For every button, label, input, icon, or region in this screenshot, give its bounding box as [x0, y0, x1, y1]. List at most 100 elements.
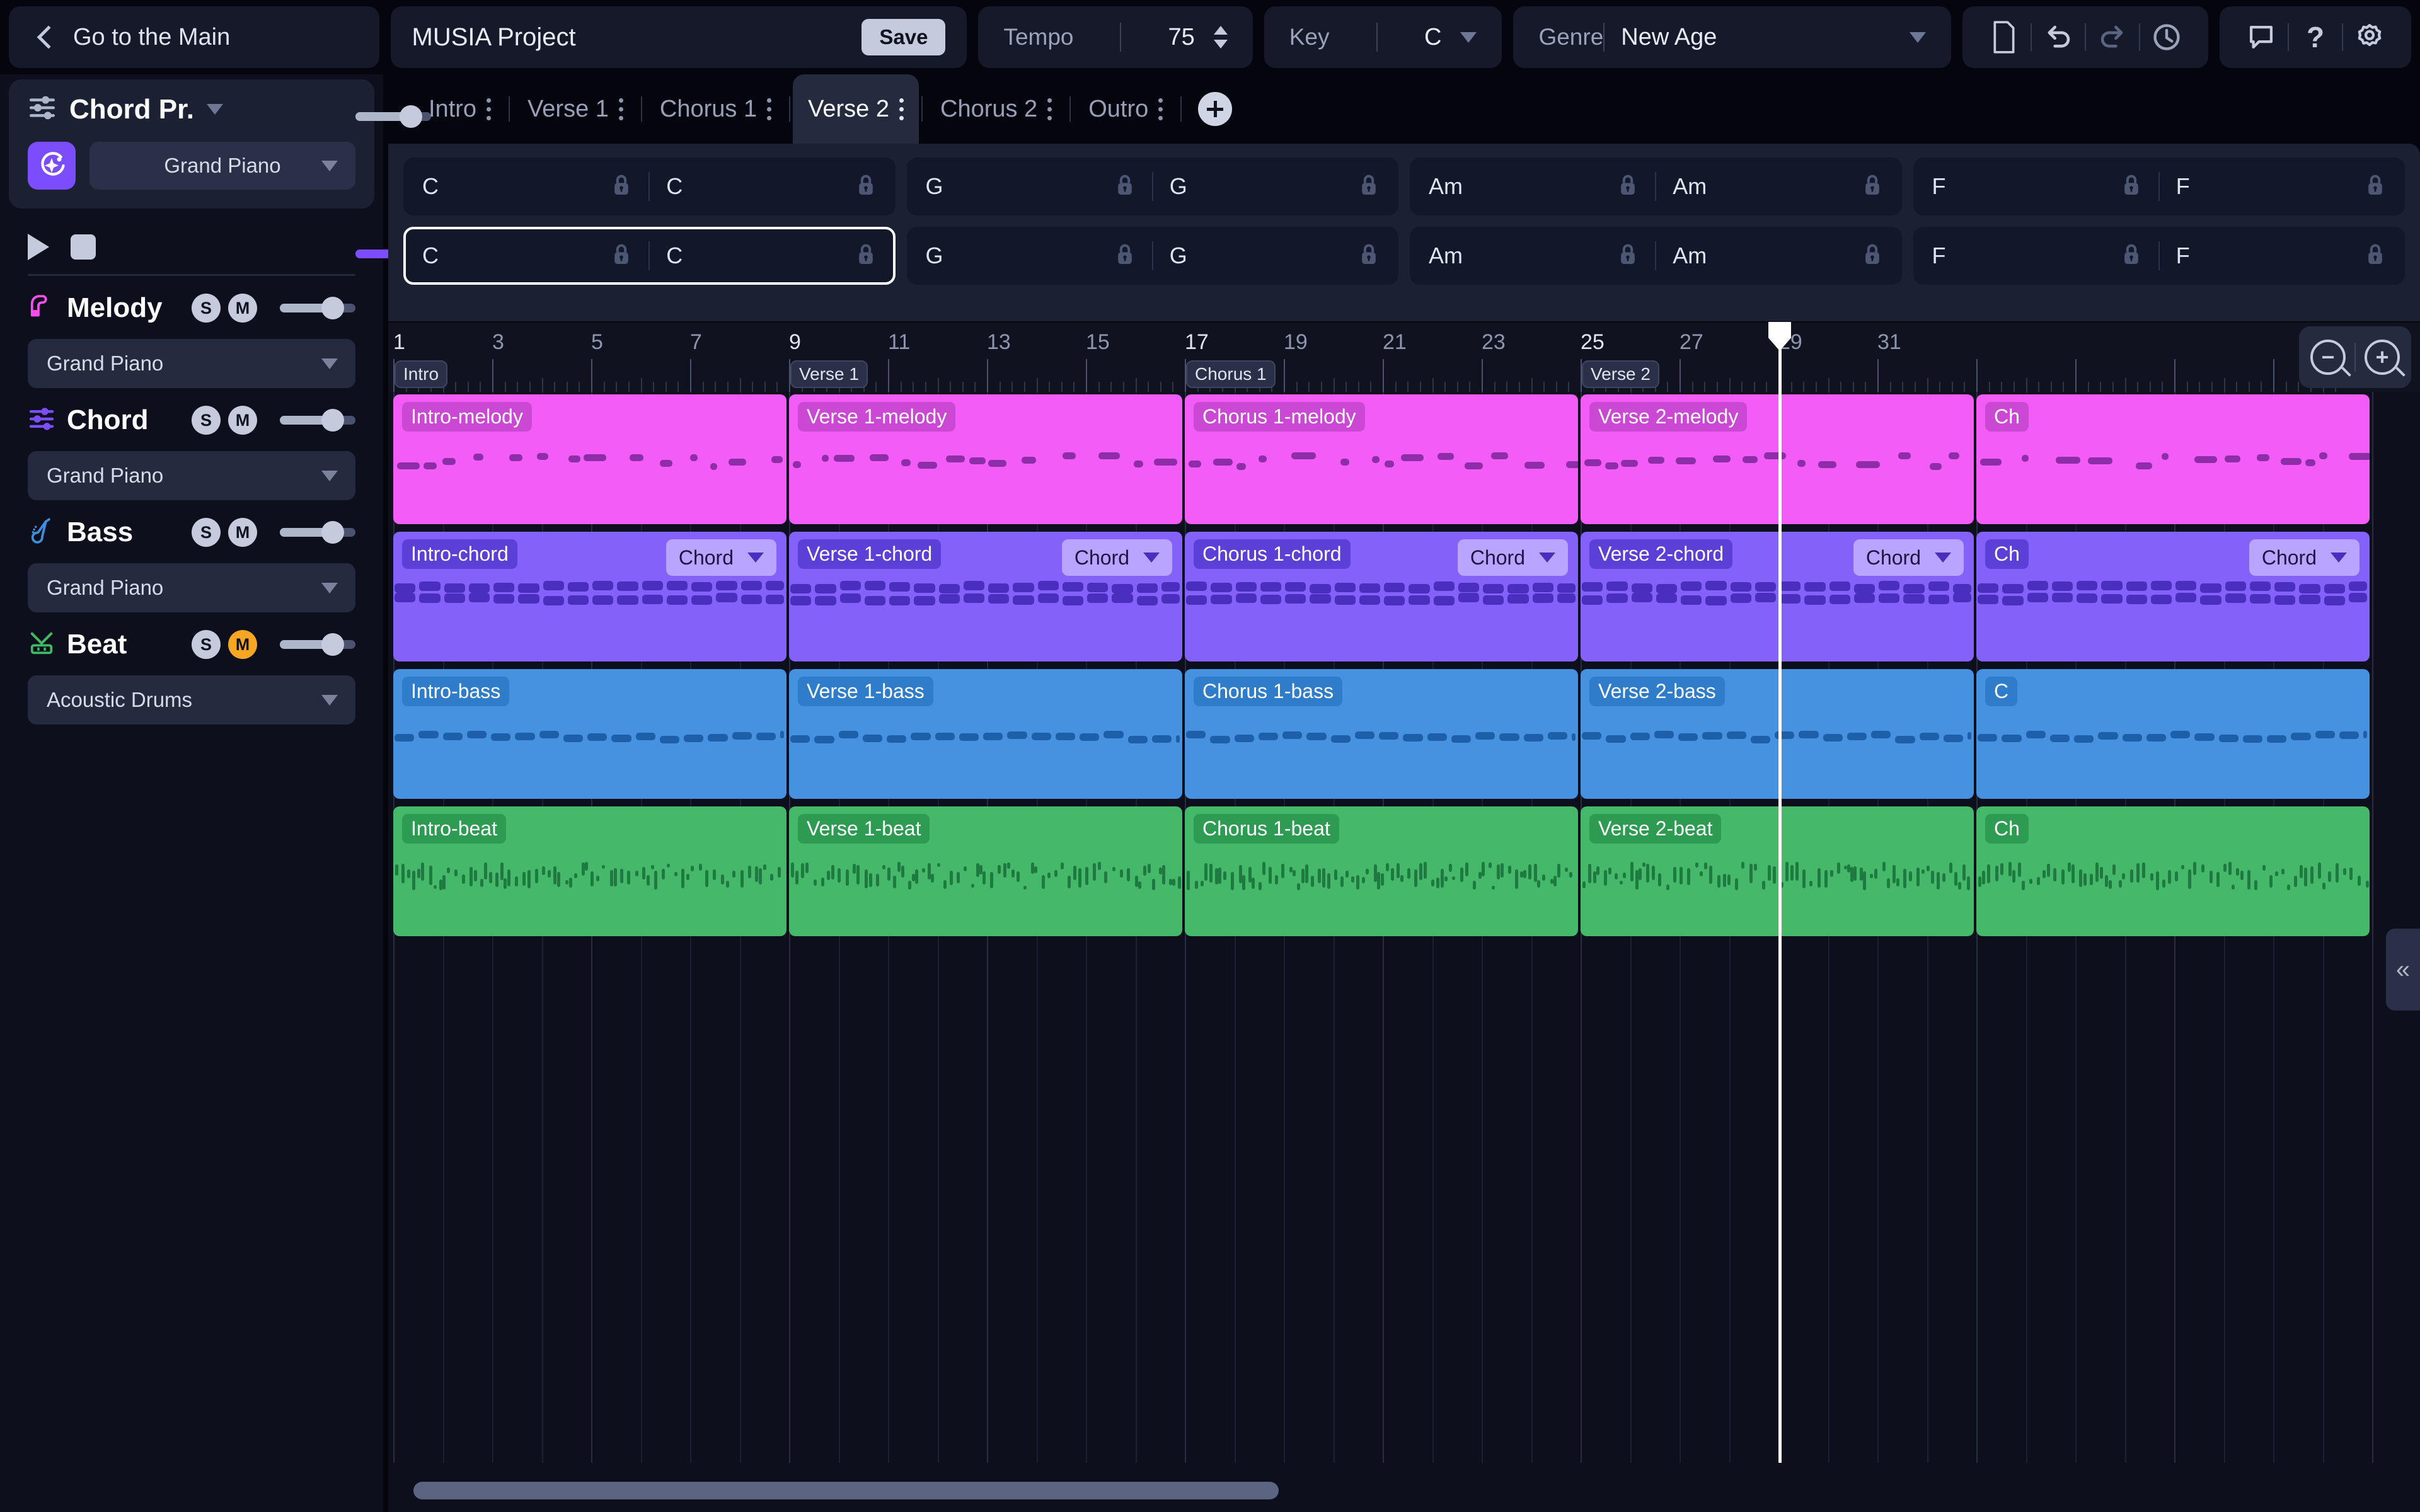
gear-icon[interactable] — [2343, 6, 2396, 68]
chord-group[interactable]: FF — [1913, 227, 2405, 285]
lock-icon[interactable] — [2122, 244, 2141, 268]
chevron-down-icon[interactable] — [1460, 32, 1477, 43]
tab-menu-icon[interactable] — [1047, 98, 1052, 120]
chord-group[interactable]: GG — [906, 227, 1398, 285]
clip-melody[interactable]: Intro-melody — [393, 394, 786, 524]
instrument-select-bass[interactable]: Grand Piano — [28, 563, 355, 612]
tab-chorus-2[interactable]: Chorus 2 — [925, 74, 1067, 144]
genre-field[interactable]: Genre New Age — [1513, 6, 1951, 68]
mute-button-melody[interactable]: M — [228, 294, 257, 323]
solo-button-beat[interactable]: S — [192, 630, 221, 659]
section-marker[interactable]: Verse 2 — [1582, 360, 1659, 388]
key-field[interactable]: Key C — [1264, 6, 1502, 68]
chord-cell[interactable]: C — [650, 227, 892, 285]
feedback-icon[interactable] — [2235, 6, 2288, 68]
chord-cell[interactable]: G — [909, 158, 1152, 215]
tab-menu-icon[interactable] — [618, 98, 623, 120]
go-to-main-button[interactable]: Go to the Main — [9, 6, 379, 68]
file-icon[interactable] — [1978, 6, 2031, 68]
mute-button-bass[interactable]: M — [228, 518, 257, 547]
clip-mode-select[interactable]: Chord — [2249, 539, 2360, 576]
clip-mode-select[interactable]: Chord — [1061, 539, 1172, 576]
lock-icon[interactable] — [1618, 175, 1637, 199]
chord-cell[interactable]: F — [1916, 227, 2158, 285]
chord-group[interactable]: Am Am — [1410, 158, 1902, 215]
instrument-select-beat[interactable]: Acoustic Drums — [28, 675, 355, 724]
solo-button-bass[interactable]: S — [192, 518, 221, 547]
clip-chord[interactable]: Verse 2-chord Chord — [1581, 532, 1974, 662]
clip-beat[interactable]: Intro-beat — [393, 806, 786, 936]
chord-cell[interactable]: G — [909, 227, 1152, 285]
section-marker[interactable]: Verse 1 — [790, 360, 868, 388]
volume-slider-beat[interactable] — [280, 633, 355, 656]
stop-button[interactable] — [71, 234, 96, 260]
clip-beat[interactable]: Chorus 1-beat — [1185, 806, 1578, 936]
clip-bass[interactable]: Verse 1-bass — [789, 669, 1182, 799]
clip-mode-select[interactable]: Chord — [1457, 539, 1568, 576]
instrument-select-chord[interactable]: Grand Piano — [28, 451, 355, 500]
tab-menu-icon[interactable] — [767, 98, 772, 120]
lock-icon[interactable] — [2366, 175, 2385, 199]
chevron-down-icon[interactable] — [1910, 32, 1926, 43]
volume-slider-chord[interactable] — [280, 409, 355, 432]
section-marker[interactable]: Intro — [395, 360, 448, 388]
timeline-ruler[interactable]: 1 3 5 7 9 11 13 15 17 19 21 23 25 27 29 31 Intro Verse 1C… — [388, 323, 2420, 392]
tab-intro[interactable]: Intro — [413, 74, 506, 144]
lock-icon[interactable] — [2122, 175, 2141, 199]
clip-bass[interactable]: Verse 2-bass — [1581, 669, 1974, 799]
chord-cell[interactable]: C — [406, 158, 648, 215]
chord-group[interactable]: CC — [403, 227, 896, 285]
clip-melody[interactable]: Chorus 1-melody — [1185, 394, 1578, 524]
mute-button-beat[interactable]: M — [228, 630, 257, 659]
lock-icon[interactable] — [2366, 244, 2385, 268]
chord-cell[interactable]: Am — [1656, 227, 1899, 285]
ai-generate-icon[interactable] — [28, 142, 76, 190]
chord-cell[interactable]: F — [2160, 158, 2402, 215]
tab-chorus-1[interactable]: Chorus 1 — [645, 74, 786, 144]
clip-chord[interactable]: Verse 1-chord Chord — [789, 532, 1182, 662]
chord-group[interactable]: Am Am — [1410, 227, 1902, 285]
chord-cell[interactable]: Am — [1412, 158, 1655, 215]
mute-button-chord[interactable]: M — [228, 406, 257, 435]
lock-icon[interactable] — [1863, 244, 1882, 268]
lock-icon[interactable] — [1618, 244, 1637, 268]
save-button[interactable]: Save — [861, 19, 946, 55]
chord-cell[interactable]: Am — [1656, 158, 1899, 215]
chord-cell[interactable]: C — [406, 227, 648, 285]
chord-cell[interactable]: F — [2160, 227, 2402, 285]
clip-chord[interactable]: Intro-chord Chord — [393, 532, 786, 662]
chord-group[interactable]: GG — [906, 158, 1398, 215]
clip-mode-select[interactable]: Chord — [666, 539, 776, 576]
tempo-stepper[interactable] — [1213, 26, 1228, 49]
lock-icon[interactable] — [856, 175, 875, 199]
clip-melody[interactable]: Ch — [1976, 394, 2370, 524]
clip-melody[interactable]: Verse 1-melody — [789, 394, 1182, 524]
lock-icon[interactable] — [1115, 175, 1134, 199]
chord-cell[interactable]: F — [1916, 158, 2158, 215]
zoom-in-icon[interactable]: + — [2365, 340, 2400, 375]
redo-icon[interactable] — [2086, 6, 2139, 68]
clip-chord[interactable]: Chorus 1-chord Chord — [1185, 532, 1578, 662]
tab-verse-2[interactable]: Verse 2 — [793, 74, 919, 144]
chevron-down-icon[interactable] — [207, 104, 224, 115]
tab-menu-icon[interactable] — [899, 98, 904, 120]
lock-icon[interactable] — [612, 244, 631, 268]
volume-slider-melody[interactable] — [280, 297, 355, 319]
add-section-button[interactable] — [1198, 92, 1233, 126]
playhead[interactable] — [1768, 322, 1791, 1463]
clip-bass[interactable]: Intro-bass — [393, 669, 786, 799]
clip-beat[interactable]: Ch — [1976, 806, 2370, 936]
chord-group[interactable]: CC — [403, 158, 896, 215]
undo-icon[interactable] — [2032, 6, 2085, 68]
tab-menu-icon[interactable] — [487, 98, 492, 120]
lock-icon[interactable] — [1359, 244, 1378, 268]
volume-slider-bass[interactable] — [280, 521, 355, 544]
instrument-select-melody[interactable]: Grand Piano — [28, 339, 355, 388]
history-icon[interactable] — [2140, 6, 2193, 68]
clip-chord[interactable]: Ch Chord — [1976, 532, 2370, 662]
collapse-panel-button[interactable]: « — [2386, 929, 2420, 1011]
chord-group[interactable]: FF — [1913, 158, 2405, 215]
lock-icon[interactable] — [1359, 175, 1378, 199]
chord-cell[interactable]: G — [1153, 158, 1396, 215]
horizontal-scrollbar[interactable] — [413, 1482, 1279, 1499]
